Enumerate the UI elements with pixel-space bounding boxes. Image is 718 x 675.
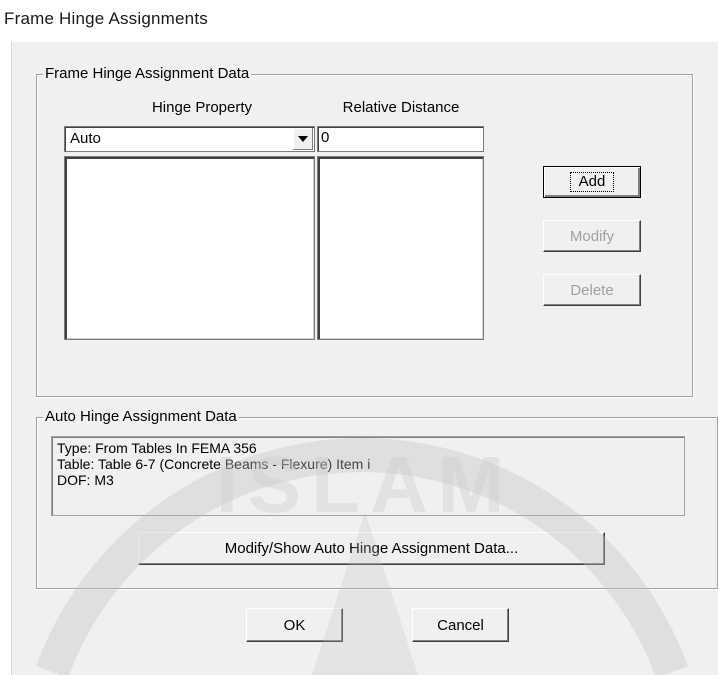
auto-hinge-info-box: Type: From Tables In FEMA 356 Table: Tab…: [51, 436, 685, 516]
relative-distance-header: Relative Distance: [342, 99, 460, 116]
relative-distance-input[interactable]: 0: [317, 126, 484, 152]
modify-show-auto-hinge-label: Modify/Show Auto Hinge Assignment Data..…: [224, 540, 519, 557]
frame-hinge-group-legend: Frame Hinge Assignment Data: [43, 64, 252, 84]
hinge-property-header: Hinge Property: [151, 99, 253, 116]
add-button-label: Add: [569, 172, 615, 192]
hinge-property-value: Auto: [70, 130, 101, 147]
add-button[interactable]: Add: [543, 166, 641, 198]
cancel-button-label: Cancel: [437, 616, 484, 634]
modify-show-auto-hinge-button[interactable]: Modify/Show Auto Hinge Assignment Data..…: [138, 532, 605, 565]
cancel-button[interactable]: Cancel: [412, 608, 509, 642]
relative-distance-list[interactable]: [317, 156, 484, 340]
hinge-property-list[interactable]: [64, 156, 315, 340]
delete-button-label: Delete: [570, 281, 614, 299]
ok-button[interactable]: OK: [246, 608, 343, 642]
info-table-line: Table: Table 6-7 (Concrete Beams - Flexu…: [57, 456, 371, 472]
hinge-property-dropdown[interactable]: Auto: [64, 126, 315, 152]
ok-button-label: OK: [283, 616, 306, 634]
window-title: Frame Hinge Assignments: [4, 9, 208, 28]
dropdown-arrow-button[interactable]: [292, 128, 313, 150]
info-type-line: Type: From Tables In FEMA 356: [57, 440, 257, 456]
delete-button[interactable]: Delete: [543, 274, 641, 306]
auto-hinge-group-legend: Auto Hinge Assignment Data: [43, 407, 239, 427]
info-dof-line: DOF: M3: [57, 472, 114, 488]
dialog-body: Frame Hinge Assignment Data Hinge Proper…: [11, 42, 718, 675]
modify-button[interactable]: Modify: [543, 220, 641, 252]
modify-button-label: Modify: [569, 227, 615, 245]
chevron-down-icon: [298, 136, 308, 142]
